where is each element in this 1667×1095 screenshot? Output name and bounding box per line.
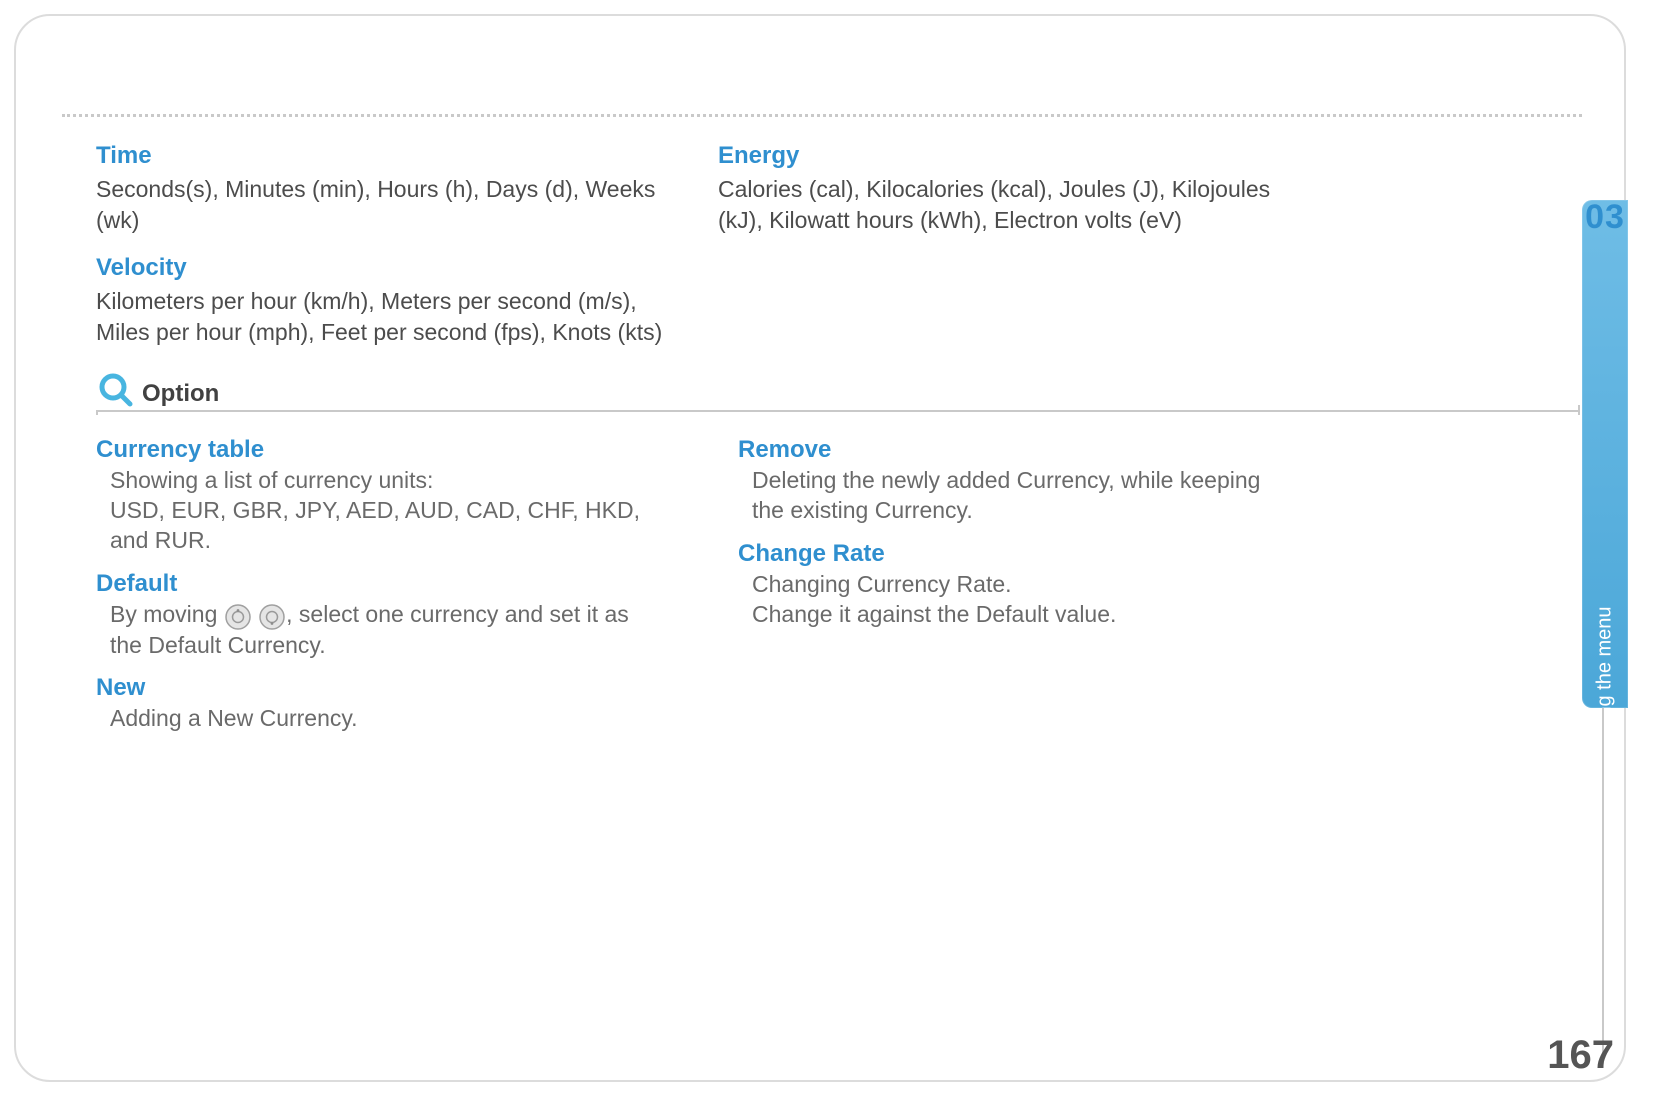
body-change-rate: Changing Currency Rate. Change it agains… [752, 570, 1298, 630]
body-new: Adding a New Currency. [110, 704, 656, 734]
body-default-pre: By moving [110, 601, 224, 627]
page-frame: Time Seconds(s), Minutes (min), Hours (h… [14, 14, 1626, 1082]
body-default: By moving , select one currency and set … [110, 600, 656, 661]
nav-down-icon [259, 601, 285, 631]
body-velocity: Kilometers per hour (km/h), Meters per s… [96, 286, 666, 348]
options-left-column: Currency table Showing a list of currenc… [96, 436, 656, 748]
units-left-column: Time Seconds(s), Minutes (min), Hours (h… [96, 138, 666, 366]
options-content: Currency table Showing a list of currenc… [96, 436, 1576, 748]
right-vertical-rule [1602, 708, 1604, 1068]
rule-tick-right [1578, 405, 1580, 415]
heading-change-rate: Change Rate [738, 540, 1298, 568]
heading-energy: Energy [718, 142, 1288, 170]
option-rule [96, 410, 1580, 412]
units-right-column: Energy Calories (cal), Kilocalories (kca… [718, 138, 1288, 366]
option-section-label: Option [142, 380, 227, 408]
magnifier-icon [96, 372, 134, 410]
nav-up-icon [225, 601, 251, 631]
body-currency-table: Showing a list of currency units: USD, E… [110, 466, 656, 556]
page-number: 167 [1547, 1033, 1614, 1078]
chapter-number: 03 [1582, 198, 1628, 237]
units-content: Time Seconds(s), Minutes (min), Hours (h… [96, 138, 1576, 366]
options-right-column: Remove Deleting the newly added Currency… [738, 436, 1298, 748]
heading-default: Default [96, 570, 656, 598]
body-time: Seconds(s), Minutes (min), Hours (h), Da… [96, 174, 666, 236]
heading-new: New [96, 674, 656, 702]
chapter-label: Using the menu [1594, 606, 1617, 746]
body-energy: Calories (cal), Kilocalories (kcal), Jou… [718, 174, 1288, 236]
heading-time: Time [96, 142, 666, 170]
heading-velocity: Velocity [96, 254, 666, 282]
dotted-rule [62, 114, 1582, 117]
heading-remove: Remove [738, 436, 1298, 464]
chapter-tab: 03 Using the menu [1582, 200, 1628, 708]
heading-currency-table: Currency table [96, 436, 656, 464]
body-remove: Deleting the newly added Currency, while… [752, 466, 1298, 526]
